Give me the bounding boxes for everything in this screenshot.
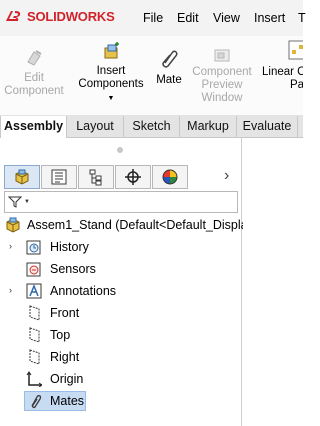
tab-markup[interactable]: Markup: [180, 116, 237, 138]
tree-item-annotations[interactable]: › Annotations: [0, 280, 242, 302]
insert-components-button[interactable]: Insert Components ▼: [72, 36, 150, 105]
manager-tabs: ›: [4, 165, 242, 189]
tree-item-mates[interactable]: Mates: [0, 390, 242, 412]
dimxpert-icon: [125, 169, 141, 185]
tab-layout[interactable]: Layout: [67, 116, 124, 138]
expand-annotations-icon[interactable]: ›: [9, 285, 12, 295]
menu-view[interactable]: View: [213, 11, 240, 25]
tree-item-label: Annotations: [50, 284, 117, 298]
menu-edit[interactable]: Edit: [177, 11, 199, 25]
insert-components-dropdown-icon[interactable]: ▼: [72, 92, 150, 105]
tab-overflow[interactable]: [298, 116, 303, 138]
title-bar: SOLIDWORKS File Edit View Insert T: [0, 0, 306, 36]
display-manager-icon: [162, 169, 178, 185]
tree-item-sensors[interactable]: Sensors: [0, 258, 242, 280]
edit-component-label-2: Component: [4, 85, 64, 97]
dimxpert-tab[interactable]: [115, 165, 151, 189]
insert-components-label-2: Components: [78, 78, 144, 90]
edit-component-button[interactable]: Edit Component: [2, 36, 66, 98]
component-preview-label-2: Preview: [201, 79, 243, 91]
chevron-right-icon[interactable]: ›: [224, 167, 229, 185]
linear-pattern-icon: [288, 40, 303, 60]
plane-icon: [26, 349, 42, 365]
mate-button[interactable]: Mate: [152, 36, 186, 87]
linear-pattern-label-2: Pa: [290, 79, 303, 91]
menu-file[interactable]: File: [143, 11, 163, 25]
display-manager-tab[interactable]: [152, 165, 188, 189]
origin-icon: [26, 371, 42, 387]
menu-bar: File Edit View Insert T: [0, 11, 306, 27]
annotations-icon: [26, 283, 42, 299]
menu-tools-partial[interactable]: T: [298, 11, 306, 25]
component-preview-label-1: Component: [192, 66, 252, 78]
menu-insert[interactable]: Insert: [254, 11, 285, 25]
tree-filter-box[interactable]: ▼: [4, 191, 238, 213]
component-preview-window-button[interactable]: Component Preview Window: [188, 36, 256, 105]
insert-components-label-1: Insert: [96, 65, 126, 77]
assembly-icon: [5, 217, 21, 233]
tab-evaluate[interactable]: Evaluate: [237, 116, 298, 138]
configurationmanager-icon: [89, 169, 102, 186]
tree-item-label: Front: [50, 306, 80, 320]
edit-component-icon: [27, 50, 42, 66]
tree-item-label: Top: [50, 328, 71, 342]
command-manager-tabs: Assembly Layout Sketch Markup Evaluate: [0, 116, 303, 139]
tree-root-assembly[interactable]: Assem1_Stand (Default<Default_Display: [0, 214, 254, 236]
panel-resize-handle[interactable]: [117, 147, 123, 153]
featuremanager-tab[interactable]: [4, 165, 40, 189]
paperclip-icon: [162, 50, 178, 68]
history-icon: [26, 239, 42, 255]
tree-item-label: Sensors: [50, 262, 96, 276]
propertymanager-tab[interactable]: [41, 165, 77, 189]
command-manager: Edit Component Insert Components ▼ Mate …: [0, 36, 303, 116]
configurationmanager-tab[interactable]: [78, 165, 114, 189]
feature-manager-panel: › ▼ Assem1_Stand (Default<Default_Displa…: [0, 138, 254, 426]
tree-item-right-plane[interactable]: Right: [0, 346, 242, 368]
featuremanager-icon: [15, 169, 29, 185]
tree-item-front-plane[interactable]: Front: [0, 302, 242, 324]
tree-item-label: Origin: [50, 372, 84, 386]
tree-root-label: Assem1_Stand (Default<Default_Display: [27, 218, 254, 232]
graphics-area[interactable]: [243, 138, 303, 426]
tree-item-origin[interactable]: Origin: [0, 368, 242, 390]
tab-sketch[interactable]: Sketch: [124, 116, 180, 138]
filter-caret-icon[interactable]: ▼: [24, 199, 30, 205]
propertymanager-icon: [51, 169, 67, 185]
filter-icon: [8, 196, 22, 208]
tab-assembly[interactable]: Assembly: [0, 116, 67, 139]
tree-item-label: Right: [50, 350, 80, 364]
insert-components-icon: [104, 42, 119, 59]
plane-icon: [26, 305, 42, 321]
expand-history-icon[interactable]: ›: [9, 241, 12, 251]
edit-component-label-1: Edit: [24, 72, 44, 84]
tree-item-label: Mates: [50, 394, 85, 408]
mates-icon: [27, 393, 43, 409]
sensors-icon: [26, 261, 42, 277]
linear-pattern-label-1: Linear C: [262, 66, 303, 78]
mate-label: Mate: [156, 74, 182, 86]
tree-item-label: History: [50, 240, 89, 254]
component-preview-icon: [214, 49, 230, 62]
linear-pattern-button[interactable]: Linear C Pa: [258, 36, 303, 92]
tree-item-history[interactable]: › History: [0, 236, 242, 258]
component-preview-label-3: Window: [201, 92, 243, 104]
plane-icon: [26, 327, 42, 343]
tree-item-top-plane[interactable]: Top: [0, 324, 242, 346]
